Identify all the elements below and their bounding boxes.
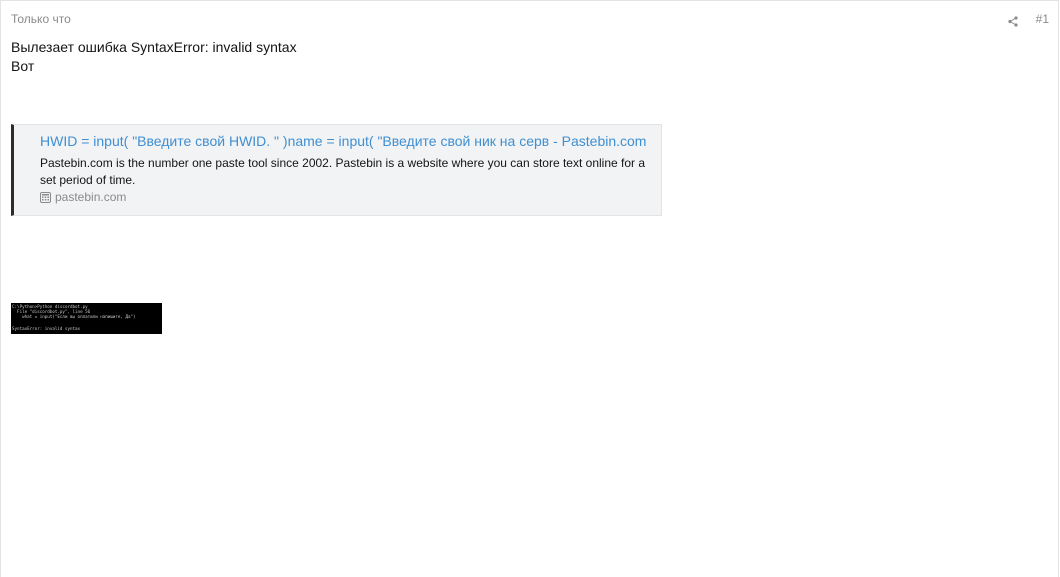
post-timestamp[interactable]: Только что — [11, 12, 71, 26]
share-icon[interactable] — [1008, 14, 1018, 27]
post-number-link[interactable]: #1 — [1036, 12, 1049, 26]
embed-description: Pastebin.com is the number one paste too… — [40, 156, 646, 187]
link-preview-embed[interactable]: HWID = input( "Введите свой HWID. " )nam… — [11, 124, 662, 216]
embed-source-domain: pastebin.com — [55, 190, 127, 204]
console-screenshot-attachment[interactable]: C:\Python>Python discordbot.py File "dis… — [11, 303, 162, 334]
post-message: Только что #1 Вылезает ошибка SyntaxErro… — [0, 0, 1059, 577]
embed-source: pastebin.com — [40, 190, 126, 204]
message-body: Вылезает ошибка SyntaxError: invalid syn… — [11, 38, 297, 76]
embed-title-link[interactable]: HWID = input( "Введите свой HWID. " )nam… — [40, 133, 646, 149]
console-line: what = input("Если вы оплатили напишите,… — [12, 314, 136, 319]
message-line: Вылезает ошибка SyntaxError: invalid syn… — [11, 39, 297, 55]
post-actions: #1 — [1008, 12, 1049, 27]
console-line: SyntaxError: invalid syntax — [12, 326, 81, 331]
pastebin-favicon-icon — [40, 191, 51, 203]
message-line: Вот — [11, 58, 35, 74]
post-header: Только что #1 — [11, 12, 1049, 28]
